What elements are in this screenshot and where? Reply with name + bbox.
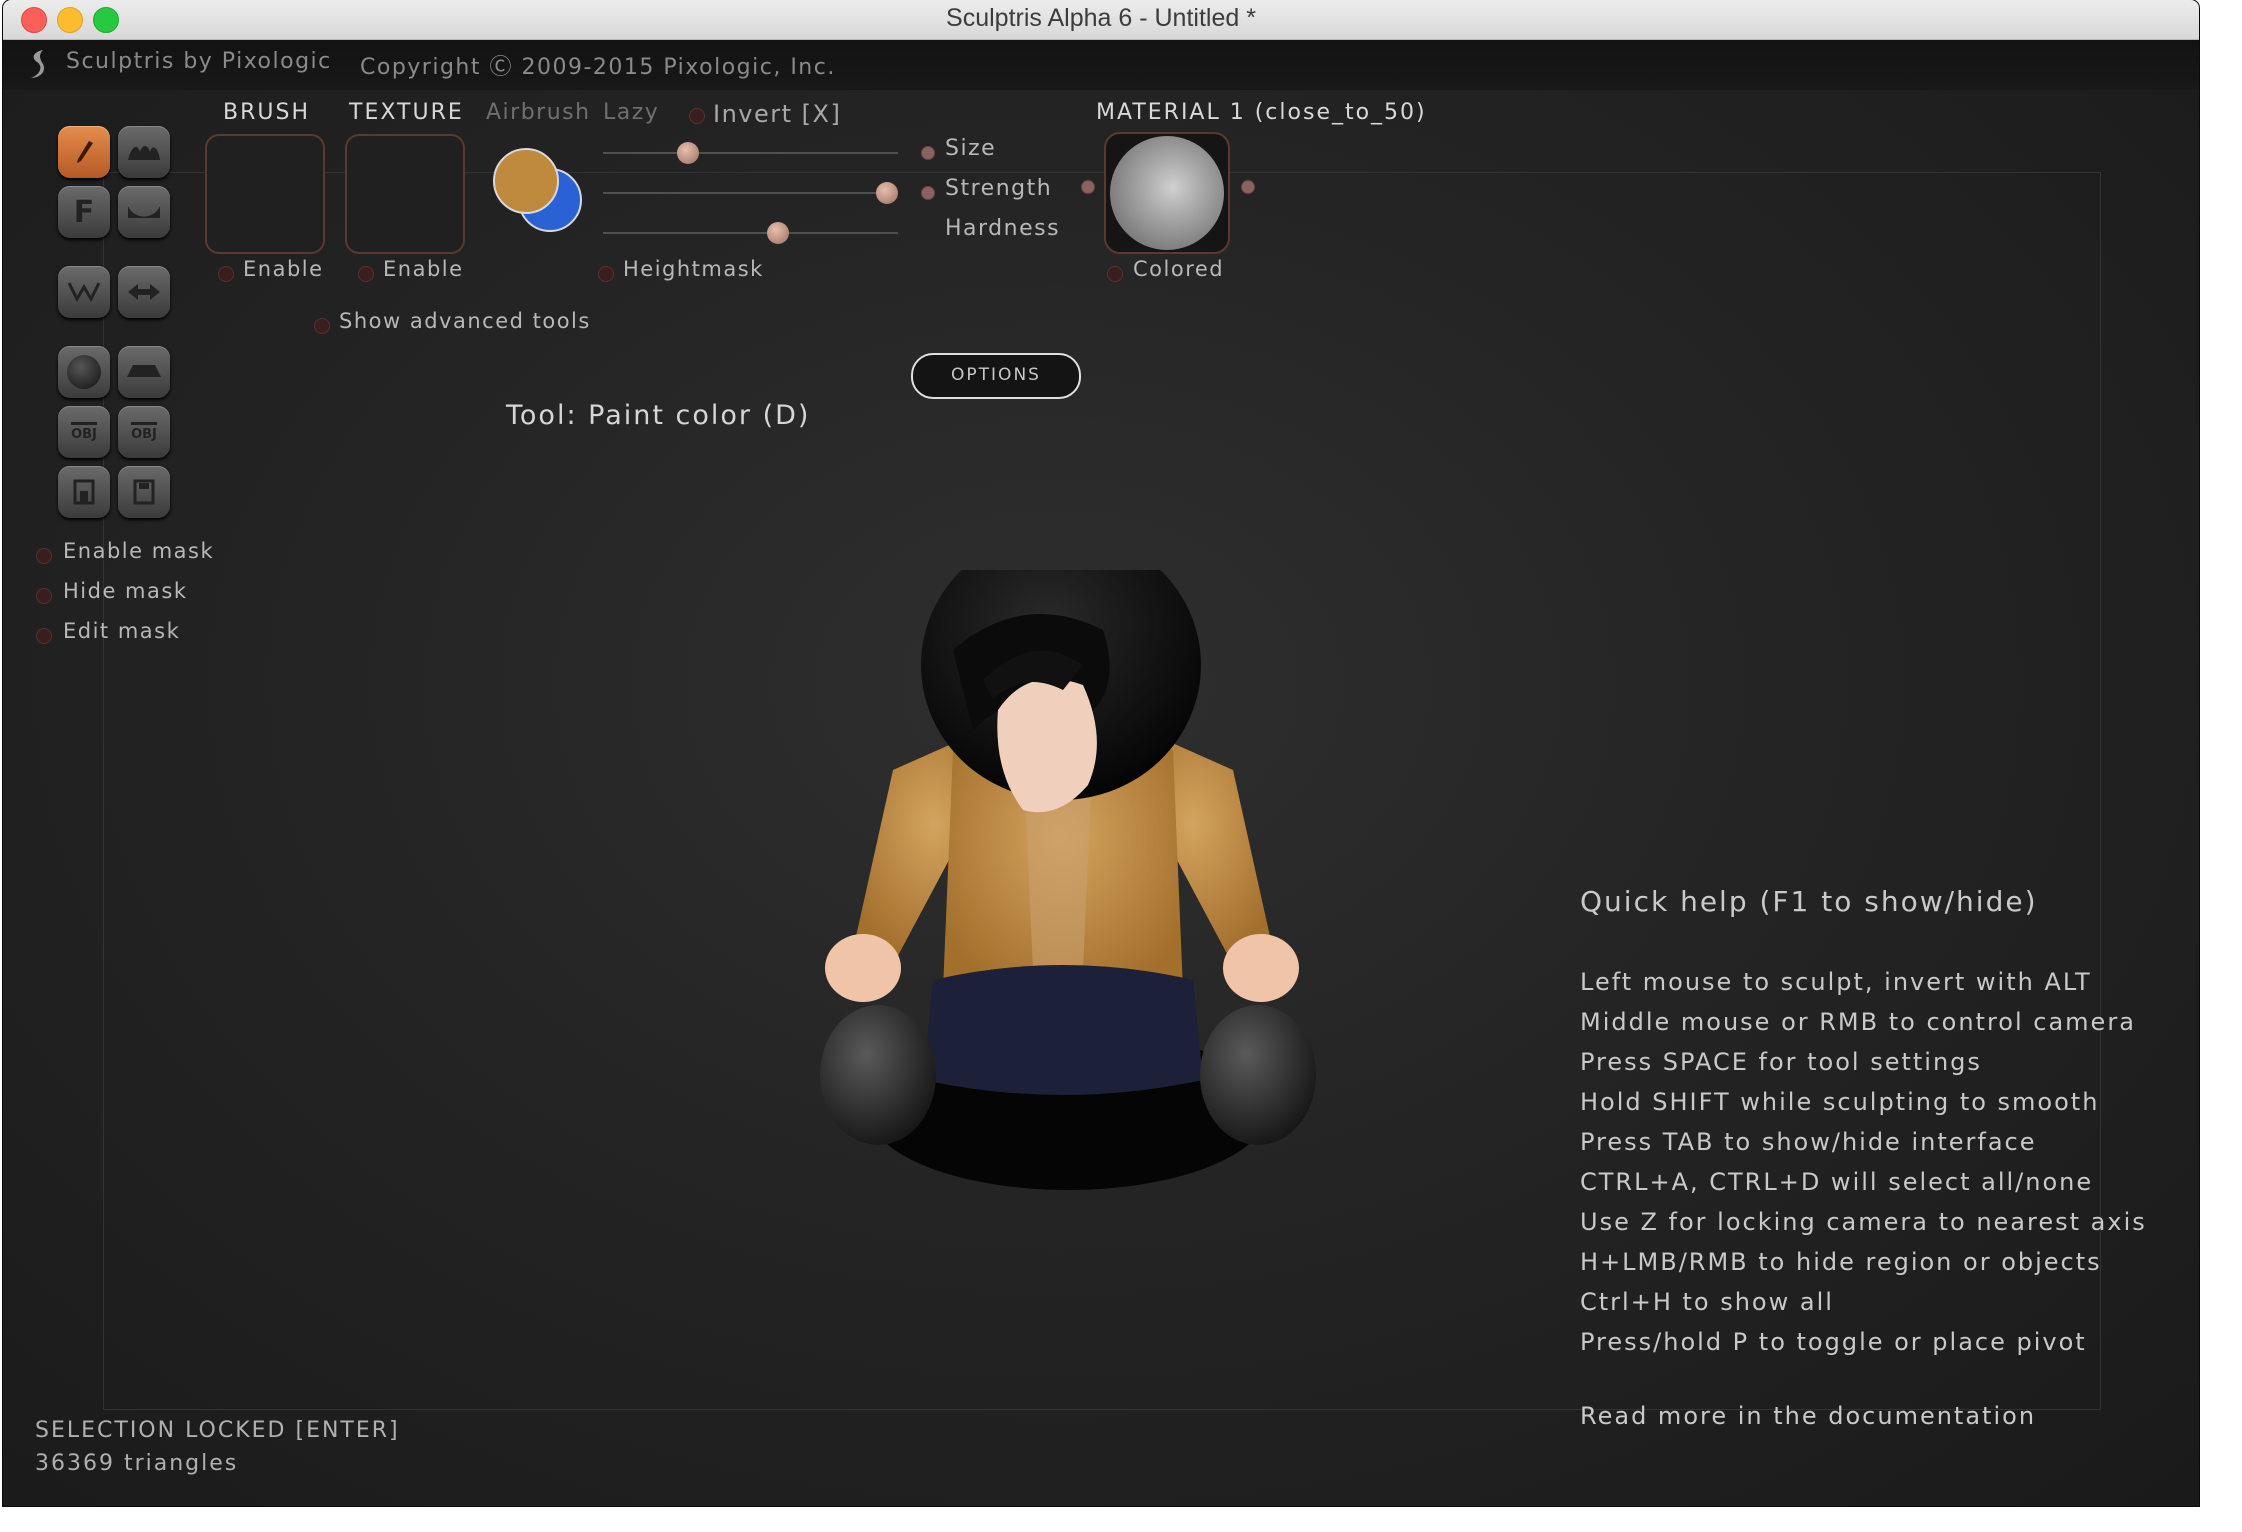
- selection-status: SELECTION LOCKED [ENTER]: [35, 1418, 400, 1443]
- help-line: Middle mouse or RMB to control camera: [1580, 1008, 2136, 1036]
- edit-mask-radio[interactable]: [36, 628, 52, 644]
- brush-heading: BRUSH: [223, 100, 310, 125]
- hardness-label: Hardness: [945, 216, 1061, 241]
- pinch-tool-button[interactable]: [58, 266, 110, 318]
- title-bar: Sculptris Alpha 6 - Untitled *: [3, 0, 2199, 40]
- invert-label[interactable]: Invert [X]: [713, 100, 841, 128]
- colored-label[interactable]: Colored: [1133, 257, 1224, 281]
- help-line: Press TAB to show/hide interface: [1580, 1128, 2037, 1156]
- strength-pressure-toggle[interactable]: [921, 186, 935, 200]
- crease-icon: [128, 206, 160, 218]
- pinch-icon: [67, 282, 101, 303]
- sculptris-logo-icon: [31, 50, 45, 78]
- open-file-button[interactable]: [58, 466, 110, 518]
- texture-enable-label[interactable]: Enable: [383, 257, 464, 281]
- export-obj-icon: OBJ: [131, 422, 157, 442]
- current-tool-label: Tool: Paint color (D): [506, 400, 811, 431]
- quick-help-list: Left mouse to sculpt, invert with ALT Mi…: [1580, 962, 2147, 1362]
- triangle-count: 36369 triangles: [35, 1451, 239, 1476]
- draw-tool-button[interactable]: [118, 126, 170, 178]
- edit-mask-label[interactable]: Edit mask: [63, 619, 180, 643]
- help-line: Use Z for locking camera to nearest axis: [1580, 1208, 2147, 1236]
- options-button[interactable]: OPTIONS: [911, 353, 1081, 399]
- sculpt-model[interactable]: [783, 570, 1343, 1240]
- open-file-icon: [73, 479, 95, 505]
- sphere-tool-button[interactable]: [58, 346, 110, 398]
- draw-stroke-icon: [128, 146, 160, 160]
- material-next-button[interactable]: [1241, 180, 1255, 194]
- plane-tool-button[interactable]: [118, 346, 170, 398]
- strength-label: Strength: [945, 176, 1053, 201]
- help-line: Press SPACE for tool settings: [1580, 1048, 1982, 1076]
- help-line: Hold SHIFT while sculpting to smooth: [1580, 1088, 2100, 1116]
- flatten-tool-button[interactable]: F: [58, 186, 110, 238]
- app-window: Sculptris Alpha 6 - Untitled * Sculptris…: [3, 0, 2199, 1506]
- size-pressure-toggle[interactable]: [921, 146, 935, 160]
- texture-slot[interactable]: [345, 134, 465, 254]
- help-line: H+LMB/RMB to hide region or objects: [1580, 1248, 2102, 1276]
- import-obj-button[interactable]: OBJ: [58, 406, 110, 458]
- material-prev-button[interactable]: [1081, 180, 1095, 194]
- primary-color-swatch[interactable]: [493, 148, 559, 214]
- colored-radio[interactable]: [1107, 266, 1123, 282]
- grab-icon: [128, 284, 160, 300]
- invert-radio[interactable]: [689, 108, 705, 124]
- export-obj-button[interactable]: OBJ: [118, 406, 170, 458]
- 3d-viewport[interactable]: F OBJ OBJ Enable mask Hide mask Edit mas…: [3, 90, 2199, 1506]
- help-line: Ctrl+H to show all: [1580, 1288, 1834, 1316]
- heightmask-radio[interactable]: [598, 266, 614, 282]
- enable-mask-radio[interactable]: [36, 548, 52, 564]
- window-title: Sculptris Alpha 6 - Untitled *: [946, 4, 1256, 32]
- help-line: Left mouse to sculpt, invert with ALT: [1580, 968, 2092, 996]
- crease-tool-button[interactable]: [118, 186, 170, 238]
- show-advanced-label[interactable]: Show advanced tools: [339, 309, 591, 333]
- size-slider-track[interactable]: [603, 152, 898, 154]
- hide-mask-label[interactable]: Hide mask: [63, 579, 187, 603]
- app-name: Sculptris by Pixologic: [66, 49, 332, 74]
- paint-brush-icon: [77, 141, 93, 163]
- brush-alpha-slot[interactable]: [205, 134, 325, 254]
- strength-slider-track[interactable]: [603, 192, 898, 194]
- texture-heading: TEXTURE: [349, 100, 464, 125]
- show-advanced-radio[interactable]: [314, 318, 330, 334]
- lazy-toggle[interactable]: Lazy: [603, 100, 659, 125]
- sphere-icon: [67, 355, 101, 389]
- import-obj-icon: OBJ: [71, 422, 97, 442]
- texture-enable-radio[interactable]: [358, 266, 374, 282]
- save-file-icon: [133, 479, 155, 505]
- help-line: CTRL+A, CTRL+D will select all/none: [1580, 1168, 2094, 1196]
- strength-slider-handle[interactable]: [876, 182, 898, 204]
- flatten-icon: F: [73, 194, 95, 230]
- help-line: Press/hold P to toggle or place pivot: [1580, 1328, 2087, 1356]
- airbrush-toggle[interactable]: Airbrush: [486, 100, 591, 125]
- plane-icon: [127, 365, 161, 377]
- documentation-link[interactable]: Read more in the documentation: [1580, 1402, 2036, 1430]
- app-header: Sculptris by Pixologic Copyright Ⓒ 2009-…: [3, 40, 2199, 90]
- enable-mask-label[interactable]: Enable mask: [63, 539, 214, 563]
- size-label: Size: [945, 136, 997, 161]
- hide-mask-radio[interactable]: [36, 588, 52, 604]
- material-heading: MATERIAL 1 (close_to_50): [1096, 100, 1427, 125]
- copyright-text: Copyright Ⓒ 2009-2015 Pixologic, Inc.: [360, 55, 836, 80]
- material-sphere: [1110, 136, 1224, 250]
- hardness-slider-track[interactable]: [603, 232, 898, 234]
- size-slider-handle[interactable]: [676, 142, 699, 164]
- save-file-button[interactable]: [118, 466, 170, 518]
- heightmask-label[interactable]: Heightmask: [623, 257, 764, 281]
- paint-brush-tool-button[interactable]: [58, 126, 110, 178]
- brush-enable-radio[interactable]: [218, 266, 234, 282]
- hardness-slider-handle[interactable]: [766, 222, 789, 244]
- material-preview[interactable]: [1104, 132, 1230, 254]
- quick-help-title: Quick help (F1 to show/hide): [1580, 885, 2038, 918]
- grab-tool-button[interactable]: [118, 266, 170, 318]
- brush-enable-label[interactable]: Enable: [243, 257, 324, 281]
